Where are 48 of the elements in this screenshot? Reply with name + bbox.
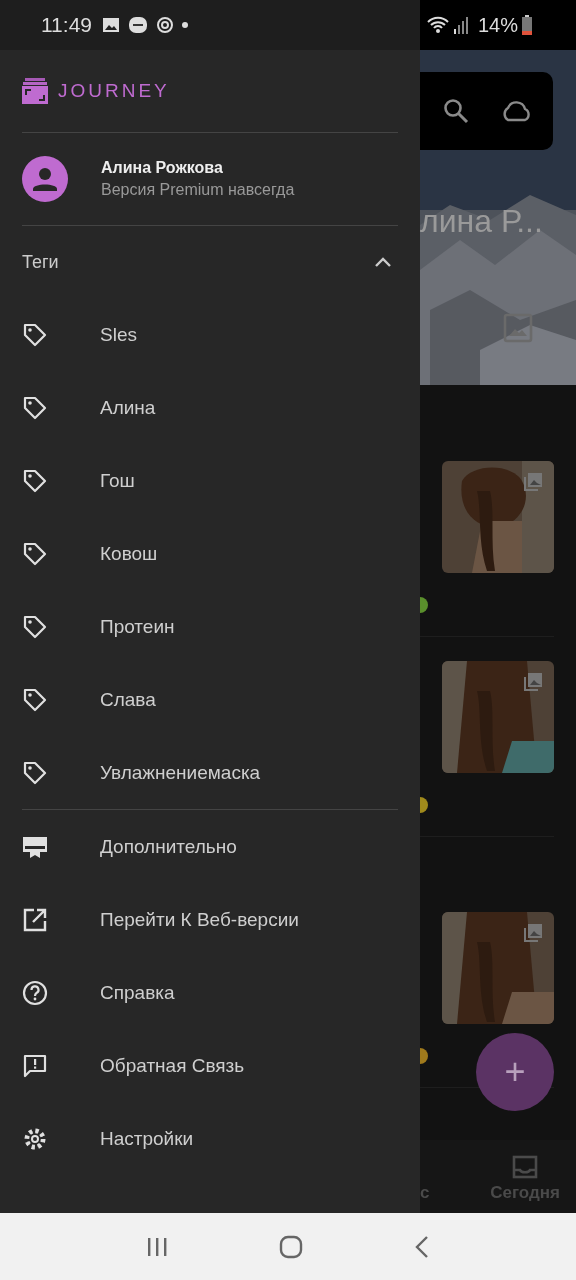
external-link-icon <box>22 906 48 933</box>
tag-item[interactable]: Sles <box>22 298 398 371</box>
recent-apps-icon[interactable] <box>145 1235 168 1258</box>
image-icon <box>503 313 533 343</box>
menu-item[interactable]: Дополнительно <box>22 810 398 883</box>
tag-icon <box>22 321 48 348</box>
tag-item[interactable]: Протеин <box>22 590 398 663</box>
tag-item[interactable]: Ковош <box>22 517 398 590</box>
tag-icon <box>22 759 48 786</box>
tag-item[interactable]: Алина <box>22 371 398 444</box>
signal-icon <box>453 16 468 34</box>
target-icon <box>156 16 174 34</box>
back-icon[interactable] <box>414 1234 431 1259</box>
feedback-icon <box>22 1052 48 1079</box>
battery-icon <box>522 15 532 35</box>
menu-item[interactable]: Справка <box>22 956 398 1029</box>
account-status: Версия Premium навсегда <box>101 181 295 199</box>
menu-item[interactable]: Перейти К Веб-версии <box>22 883 398 956</box>
dot-icon <box>182 22 188 28</box>
battery-percent: 14% <box>477 13 518 37</box>
tag-icon <box>22 467 48 494</box>
journal-title: лина Р... <box>420 203 543 240</box>
tag-icon <box>22 686 48 713</box>
avatar-icon <box>22 156 68 202</box>
menu-item[interactable]: Настройки <box>22 1102 398 1175</box>
tag-icon <box>22 394 48 421</box>
help-icon <box>22 979 48 1006</box>
app-badge-icon <box>128 16 148 34</box>
tag-icon <box>22 540 48 567</box>
gallery-icon <box>524 473 542 491</box>
tag-item[interactable]: Слава <box>22 663 398 736</box>
app-name: JOURNEY <box>58 80 170 102</box>
tag-item[interactable]: Гош <box>22 444 398 517</box>
tag-icon <box>22 613 48 640</box>
journey-logo-icon <box>22 78 48 104</box>
gallery-icon <box>524 673 542 691</box>
tags-section-header[interactable]: Теги <box>22 226 392 298</box>
inbox-icon <box>512 1155 539 1179</box>
tag-item[interactable]: Увлажнениемаска <box>22 736 398 809</box>
add-button[interactable]: + <box>476 1033 554 1111</box>
image-icon <box>102 17 120 33</box>
home-icon[interactable] <box>279 1234 303 1259</box>
gallery-icon <box>524 924 542 942</box>
wifi-icon <box>425 16 450 34</box>
search-icon <box>443 98 469 124</box>
user-name: Алина Рожкова <box>101 159 224 177</box>
menu-item[interactable]: Обратная Связь <box>22 1029 398 1102</box>
status-time: 11:49 <box>41 13 92 37</box>
